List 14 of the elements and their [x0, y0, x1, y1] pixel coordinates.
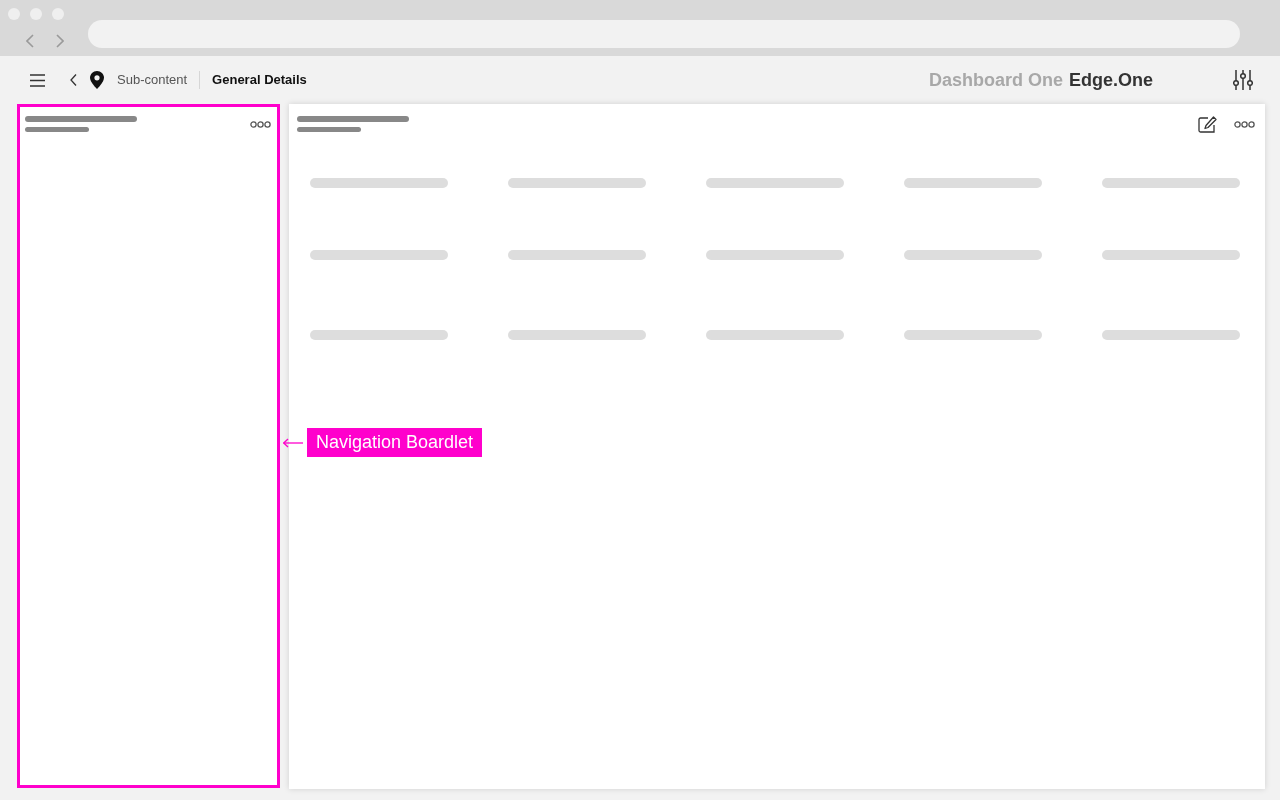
more-icon[interactable]	[250, 121, 271, 128]
app-title: Dashboard One	[928, 68, 1063, 92]
more-icon[interactable]	[1234, 121, 1255, 128]
breadcrumb-item[interactable]: Sub-content	[117, 70, 188, 90]
sliders-icon[interactable]	[1233, 70, 1253, 90]
arrow-icon	[283, 437, 303, 448]
annotation-label: Navigation Boardlet	[307, 428, 483, 457]
brand-name: Edge.One	[1069, 68, 1153, 92]
breadcrumb-item[interactable]: General Details	[212, 70, 307, 90]
address-field[interactable]	[88, 20, 1240, 48]
back-icon[interactable]	[70, 74, 77, 86]
map-pin-icon	[90, 71, 104, 89]
edit-icon[interactable]	[1198, 116, 1217, 133]
menu-icon[interactable]	[30, 73, 45, 87]
